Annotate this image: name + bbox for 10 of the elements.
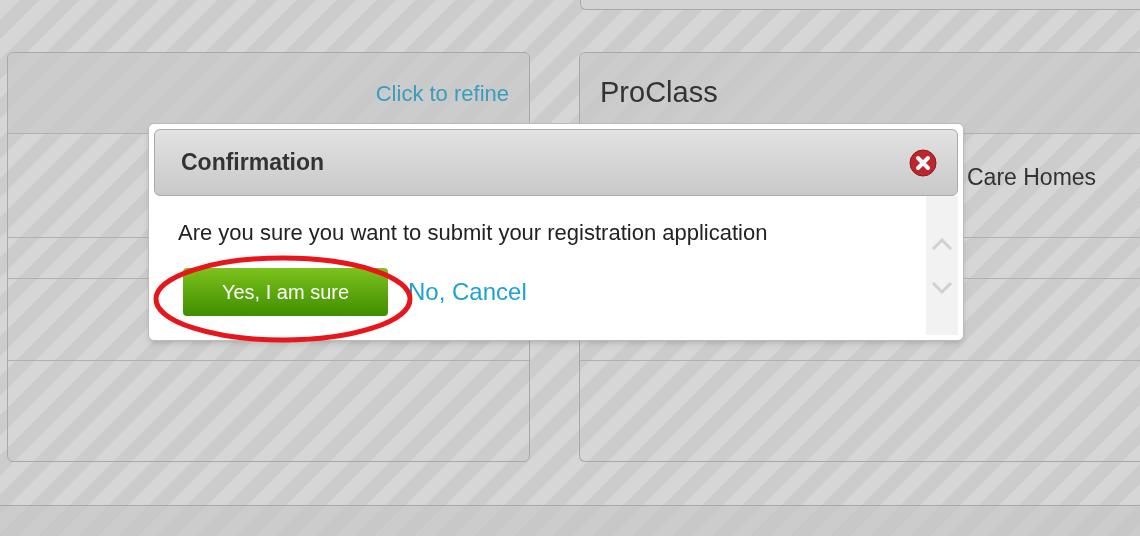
scroll-up-icon[interactable] [931, 236, 953, 251]
confirm-button[interactable]: Yes, I am sure [183, 268, 388, 316]
dialog-title: Confirmation [181, 148, 325, 178]
scroll-down-icon[interactable] [931, 280, 953, 295]
dialog-message: Are you sure you want to submit your registration application [178, 219, 769, 247]
row-text: Care Homes [967, 164, 1097, 190]
scrollbar[interactable] [926, 196, 958, 335]
panel-title: ProClass [600, 75, 718, 111]
close-icon[interactable] [909, 148, 937, 177]
refine-link[interactable]: Click to refine [375, 76, 509, 110]
